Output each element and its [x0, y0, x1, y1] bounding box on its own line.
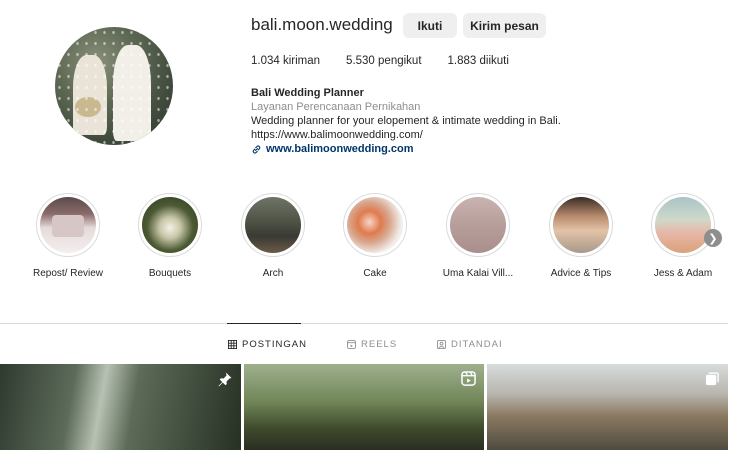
highlight-thumbnail [553, 197, 609, 253]
highlight-advice-tips[interactable]: Advice & Tips [541, 193, 621, 279]
highlight-label: Arch [262, 268, 284, 279]
highlight-ring [343, 193, 407, 257]
tab-posts[interactable]: POSTINGAN [228, 339, 307, 350]
profile-username: bali.moon.wedding [251, 15, 393, 34]
highlight-thumbnail [142, 197, 198, 253]
avatar-photo-confetti [55, 27, 173, 145]
profile-stats: 1.034 kiriman 5.530 pengikut 1.883 diiku… [251, 55, 535, 67]
pin-icon [217, 371, 233, 392]
highlight-ring [241, 193, 305, 257]
tab-tagged[interactable]: DITANDAI [437, 339, 503, 350]
highlight-bouquets[interactable]: Bouquets [130, 193, 210, 279]
highlight-label: Jess & Adam [653, 268, 713, 279]
highlight-thumbnail [40, 197, 96, 253]
tagged-icon [437, 340, 446, 349]
post-tile[interactable] [487, 364, 728, 450]
bio-name: Bali Wedding Planner [251, 87, 364, 99]
highlight-cake[interactable]: Cake [335, 193, 415, 279]
followers-label: pengikut [378, 55, 422, 67]
highlight-thumbnail [450, 197, 506, 253]
highlight-ring [549, 193, 613, 257]
posts-label: kiriman [282, 55, 321, 67]
bio-link[interactable]: www.balimoonwedding.com [251, 142, 561, 156]
following-label: diikuti [479, 55, 509, 67]
highlight-ring [651, 193, 715, 257]
tab-posts-label: POSTINGAN [242, 339, 307, 350]
highlight-ring [446, 193, 510, 257]
carousel-icon [705, 371, 720, 391]
highlight-repost-review[interactable]: Repost/ Review [28, 193, 108, 279]
posts-grid [0, 364, 740, 450]
highlight-arch[interactable]: Arch [233, 193, 313, 279]
following-stat[interactable]: 1.883 diikuti [448, 55, 509, 67]
send-message-button[interactable]: Kirim pesan [463, 13, 546, 38]
tabs-divider [0, 323, 728, 324]
highlight-label: Repost/ Review [32, 268, 104, 279]
highlight-thumbnail [347, 197, 403, 253]
highlight-label: Uma Kalai Vill... [442, 268, 514, 279]
highlight-ring [138, 193, 202, 257]
active-tab-indicator [227, 323, 301, 324]
grid-icon [228, 340, 237, 349]
reel-icon [461, 371, 476, 391]
tab-reels[interactable]: REELS [347, 339, 397, 350]
following-count: 1.883 [447, 55, 477, 67]
reels-icon [347, 340, 356, 349]
highlight-ring [36, 193, 100, 257]
highlight-thumbnail [655, 197, 711, 253]
followers-count: 5.530 [346, 55, 375, 67]
story-highlights: Repost/ Review Bouquets Arch Cake Uma Ka… [0, 193, 740, 283]
highlights-next-icon[interactable]: ❯ [704, 229, 722, 247]
bio-link-text[interactable]: www.balimoonwedding.com [266, 142, 414, 156]
followers-stat[interactable]: 5.530 pengikut [346, 55, 421, 67]
link-icon [251, 144, 262, 155]
post-tile[interactable] [244, 364, 484, 450]
highlight-label: Advice & Tips [550, 268, 612, 279]
bio-url-text: https://www.balimoonwedding.com/ [251, 129, 423, 141]
posts-stat: 1.034 kiriman [251, 55, 320, 67]
tab-reels-label: REELS [361, 339, 398, 350]
highlight-label: Cake [363, 268, 387, 279]
follow-button[interactable]: Ikuti [403, 13, 457, 38]
bio-category: Layanan Perencanaan Pernikahan [251, 101, 421, 113]
profile-avatar[interactable] [55, 27, 173, 145]
highlight-uma-kalai[interactable]: Uma Kalai Vill... [438, 193, 518, 279]
tab-tagged-label: DITANDAI [451, 339, 503, 350]
post-tile[interactable] [0, 364, 241, 450]
profile-bio: Bali Wedding Planner Layanan Perencanaan… [251, 86, 561, 156]
bio-description: Wedding planner for your elopement & int… [251, 115, 561, 127]
posts-count: 1.034 [251, 55, 280, 67]
highlight-label: Bouquets [148, 268, 192, 279]
highlight-thumbnail [245, 197, 301, 253]
